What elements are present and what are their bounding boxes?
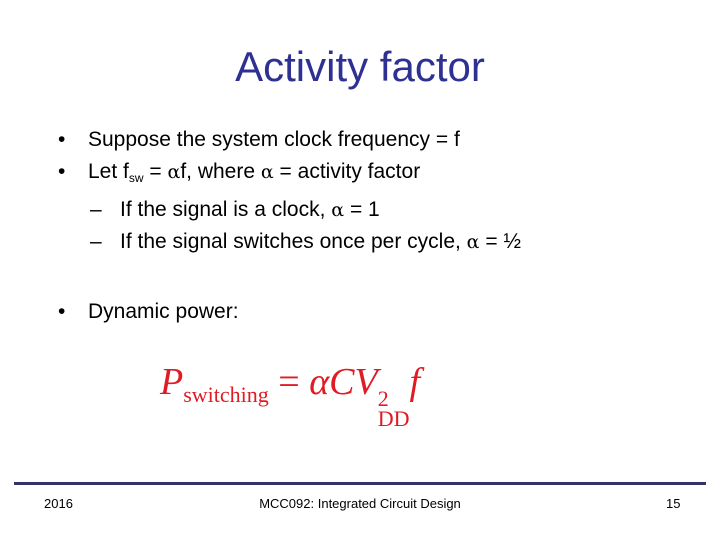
eq-V-subscript: DD xyxy=(377,406,410,431)
power-equation: Pswitching = αCV 2 DD f xyxy=(160,360,421,431)
bullet-text: = 1 xyxy=(344,198,380,221)
bullet-marker: • xyxy=(58,300,66,323)
eq-V: V xyxy=(354,361,378,403)
eq-f: f xyxy=(409,361,421,403)
alpha-symbol: α xyxy=(260,161,274,183)
eq-equals: = xyxy=(268,361,310,403)
alpha-symbol: α xyxy=(466,231,480,253)
footer-page-number: 15 xyxy=(666,496,681,511)
bullet-text: = xyxy=(143,160,168,183)
dash-marker: – xyxy=(90,230,102,253)
sub-bullet-item: – If the signal is a clock, α = 1 xyxy=(58,194,521,226)
eq-V-scripts: 2 DD xyxy=(377,388,410,431)
bullet-item: • Let fsw = αf, where α = activity facto… xyxy=(58,156,521,194)
alpha-symbol: α xyxy=(331,199,345,221)
bullet-text: f, where xyxy=(180,160,261,183)
bullet-item-dynamic-power: • Dynamic power: xyxy=(58,296,239,328)
sub-bullet-item: – If the signal switches once per cycle,… xyxy=(58,226,521,258)
footer-course: MCC092: Integrated Circuit Design xyxy=(259,496,461,511)
bullet-text: If the signal switches once per cycle, xyxy=(120,230,467,253)
eq-alpha: α xyxy=(309,361,330,403)
bullet-text: = activity factor xyxy=(273,160,421,183)
bullet-text: Dynamic power: xyxy=(88,300,239,323)
eq-C: C xyxy=(329,361,355,403)
slide-title: Activity factor xyxy=(235,43,485,90)
bullet-text: = ½ xyxy=(479,230,521,253)
subscript: sw xyxy=(128,171,144,185)
bullet-list: • Suppose the system clock frequency = f… xyxy=(58,124,521,258)
bullet-item: • Suppose the system clock frequency = f xyxy=(58,124,521,156)
alpha-symbol: α xyxy=(167,161,181,183)
footer-divider xyxy=(14,482,706,485)
bullet-marker: • xyxy=(58,128,66,151)
dash-marker: – xyxy=(90,198,102,221)
eq-P-subscript: switching xyxy=(183,382,269,407)
bullet-text: If the signal is a clock, xyxy=(120,198,332,221)
bullet-text: Let f xyxy=(88,160,129,183)
bullet-text: Suppose the system clock frequency = f xyxy=(88,128,460,151)
eq-P: P xyxy=(160,361,184,403)
bullet-marker: • xyxy=(58,160,66,183)
